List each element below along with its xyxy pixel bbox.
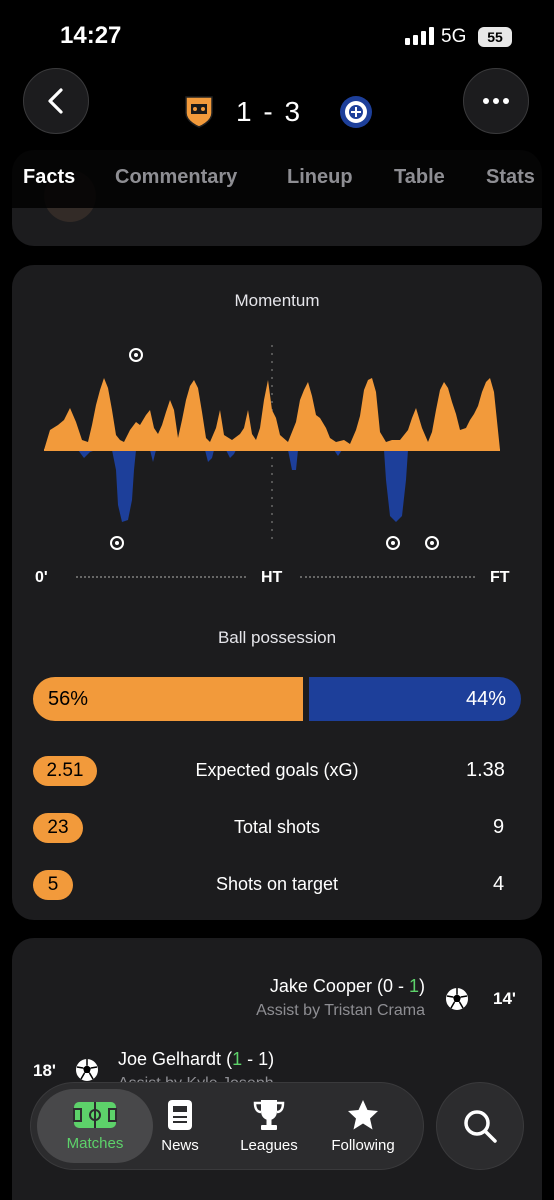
timeline-dots-2 [300, 576, 475, 578]
nav-news[interactable]: News [155, 1083, 205, 1169]
goal-ball-icon [386, 536, 400, 550]
search-icon [464, 1110, 497, 1143]
goal-ball-icon [110, 536, 124, 550]
timeline-half: HT [261, 569, 283, 586]
goal-minute: 14' [493, 989, 516, 1008]
nav-label: Leagues [240, 1136, 298, 1154]
battery-icon: 55 [478, 27, 512, 47]
nav-following[interactable]: Following [323, 1083, 403, 1169]
tab-facts[interactable]: Facts [23, 166, 75, 189]
nav-matches[interactable]: Matches [37, 1083, 153, 1169]
goal-assist: Assist by Tristan Crama [256, 1002, 425, 1019]
on-target-away-value: 4 [493, 873, 505, 895]
timeline-end: FT [490, 569, 510, 586]
away-goal-markers [110, 536, 439, 550]
on-target-label: Shots on target [215, 874, 339, 894]
goal-scorer: Jake Cooper (0 - 1) [269, 976, 425, 996]
shots-label: Total shots [233, 817, 321, 837]
soccer-ball-icon [76, 1059, 98, 1081]
nav-label: Following [331, 1136, 395, 1154]
goal-ball-icon [129, 348, 143, 362]
nav-label: News [161, 1136, 199, 1154]
away-team-logo[interactable] [339, 95, 373, 134]
goal-scorer: Joe Gelhardt (1 - 1) [118, 1049, 275, 1069]
momentum-home-area [44, 378, 500, 450]
network-label: 5G [441, 26, 467, 47]
timeline-start: 0' [35, 569, 48, 586]
pitch-icon [73, 1101, 117, 1128]
timeline-dots-1 [76, 576, 246, 578]
shots-away-value: 9 [493, 816, 505, 838]
news-icon [168, 1099, 192, 1130]
momentum-chart [44, 345, 500, 550]
possession-title: Ball possession [217, 628, 337, 647]
nav-label: Matches [66, 1134, 124, 1152]
chevron-left-icon [48, 88, 63, 114]
nav-leagues[interactable]: Leagues [231, 1083, 307, 1169]
tab-bar: Facts Commentary Lineup Table Stats [0, 166, 554, 196]
tab-stats[interactable]: Stats [486, 166, 535, 189]
momentum-away-area [78, 450, 408, 522]
signal-icon [405, 27, 435, 45]
tab-commentary[interactable]: Commentary [115, 166, 237, 189]
bottom-nav: Matches News Leagues Following [30, 1082, 424, 1170]
tab-lineup[interactable]: Lineup [287, 166, 353, 189]
tab-table[interactable]: Table [394, 166, 445, 189]
more-icon [483, 98, 509, 104]
trophy-icon [253, 1099, 285, 1130]
home-team-logo[interactable] [184, 95, 214, 134]
goal-ball-icon [425, 536, 439, 550]
possession-home-value: 56% [48, 687, 89, 710]
soccer-ball-icon [446, 988, 468, 1010]
xg-away-value: 1.38 [466, 759, 505, 781]
search-button[interactable] [436, 1082, 524, 1170]
match-score: 1 - 3 [236, 96, 303, 127]
momentum-title: Momentum [234, 291, 320, 310]
star-icon [348, 1099, 378, 1129]
goal-minute: 18' [33, 1061, 56, 1080]
back-button[interactable] [23, 68, 89, 134]
possession-home-bar: 56% [33, 677, 303, 721]
status-time: 14:27 [60, 22, 122, 49]
possession-away-bar: 44% [309, 677, 521, 721]
possession-away-value: 44% [465, 687, 506, 710]
home-goal-markers [129, 348, 143, 362]
more-button[interactable] [463, 68, 529, 134]
